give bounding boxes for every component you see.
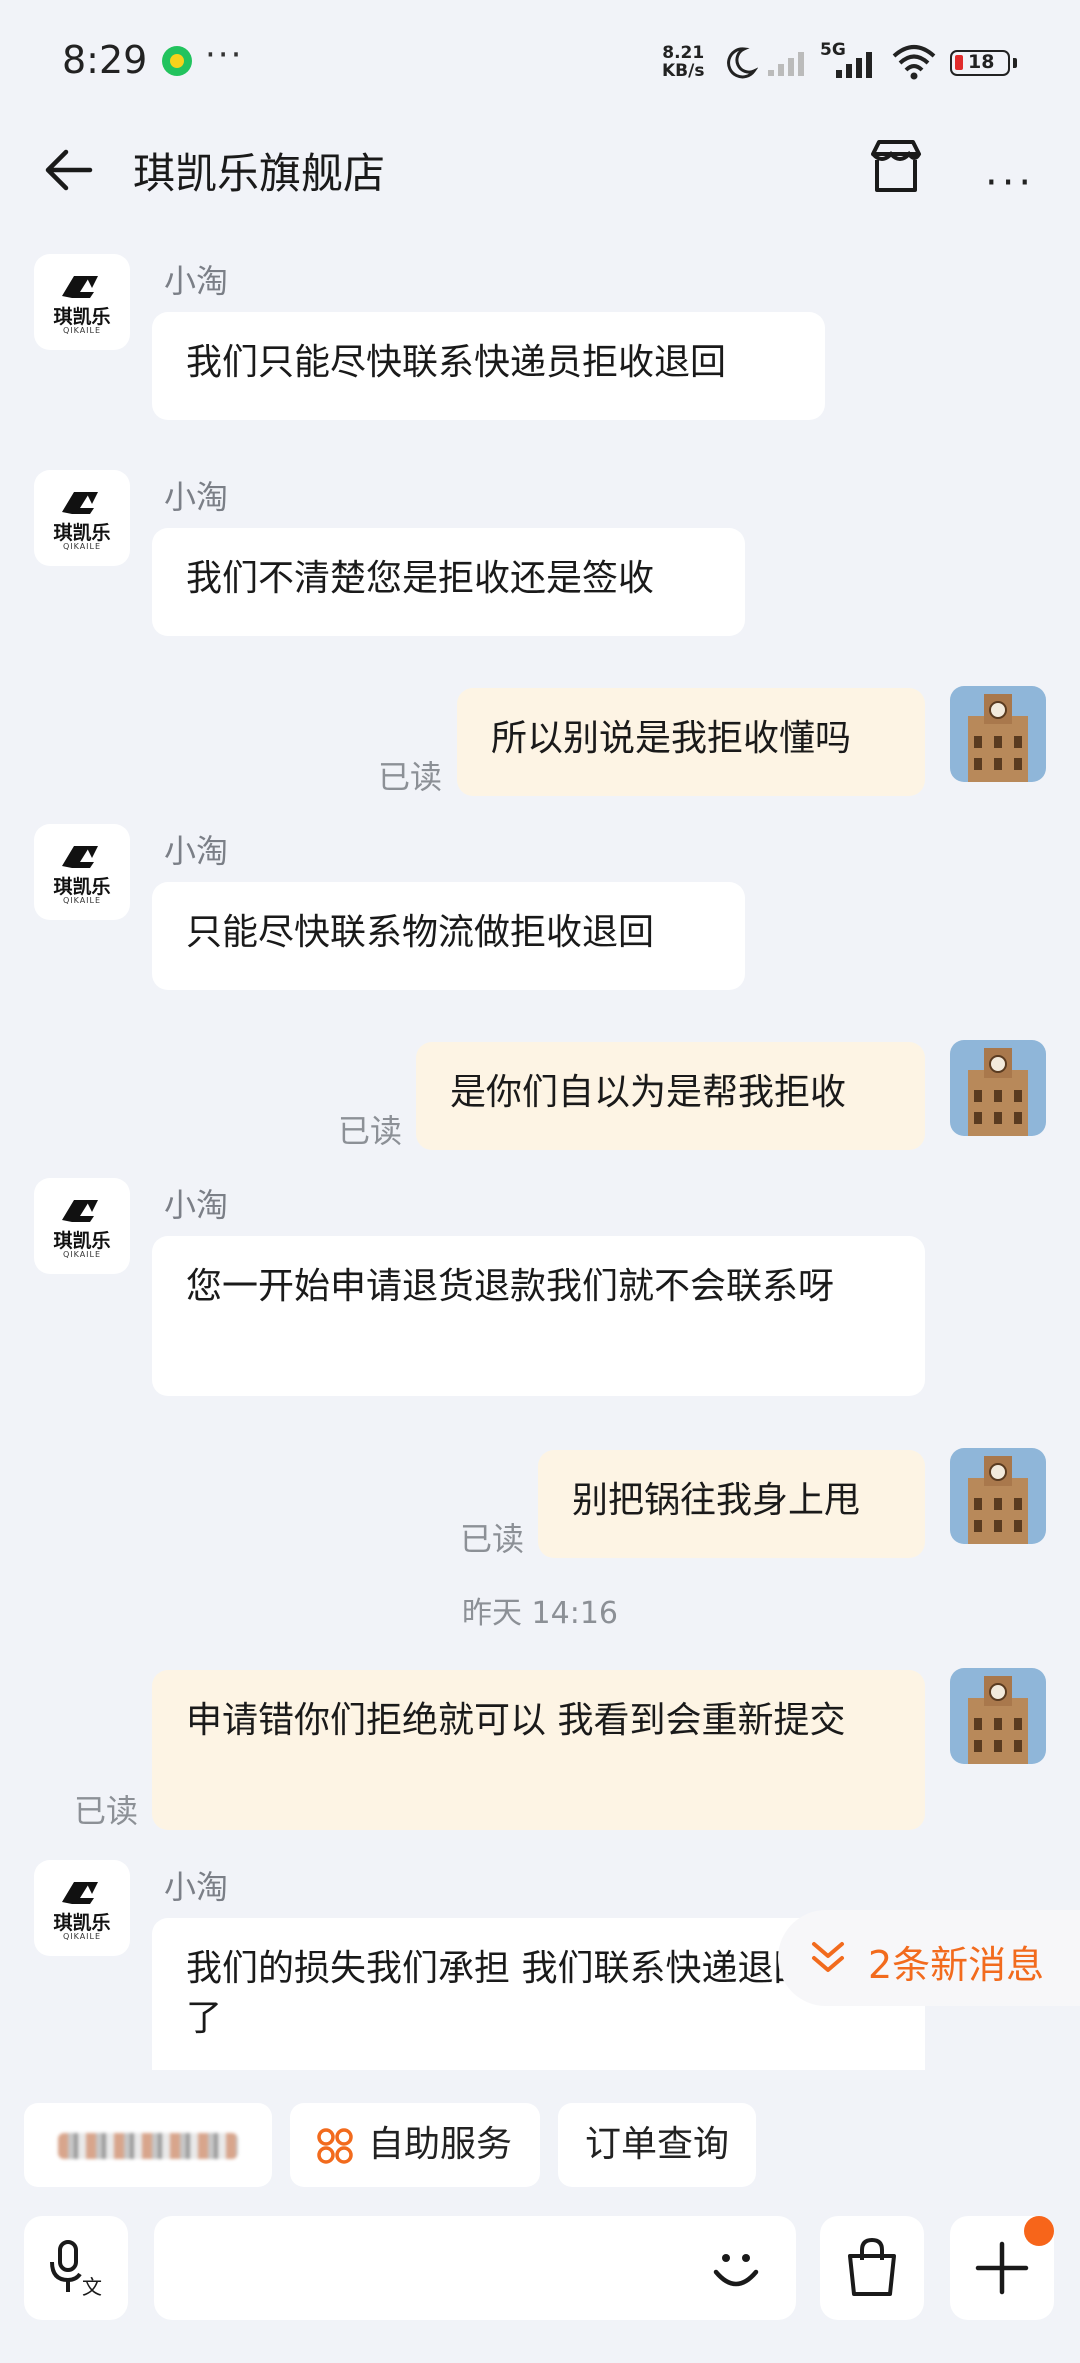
shop-logo-text: 琪凯乐 [53, 522, 111, 544]
shopping-bag-button[interactable] [820, 2216, 924, 2320]
message-bubble[interactable]: 您一开始申请退货退款我们就不会联系呀 [152, 1236, 925, 1396]
shopping-bag-icon [848, 2237, 896, 2296]
user-avatar[interactable] [950, 686, 1046, 782]
svg-text:文: 文 [82, 2275, 102, 2298]
smile-icon[interactable] [706, 2238, 766, 2298]
do-not-disturb-moon-icon [727, 47, 758, 79]
voice-input-button[interactable]: 文 [24, 2216, 128, 2320]
shop-logo-subtext: QIKAILE [62, 1250, 102, 1259]
sender-name: 小淘 [164, 1868, 229, 1906]
more-options-button[interactable]: ··· [985, 160, 1035, 206]
shop-logo-subtext: QIKAILE [62, 326, 102, 335]
battery-level: 18 [968, 51, 995, 73]
sender-name: 小淘 [164, 1186, 229, 1224]
battery-indicator: 18 [950, 50, 1017, 76]
shop-logo-text: 琪凯乐 [53, 306, 111, 328]
signal-empty-icon [768, 52, 804, 76]
quick-action-label: 订单查询 [584, 2124, 729, 2165]
store-icon[interactable] [865, 136, 927, 198]
quick-action-label: 自助服务 [368, 2124, 513, 2165]
clock-tower-photo-icon [950, 1668, 1046, 1764]
blurred-content [58, 2133, 238, 2159]
shop-avatar[interactable]: 琪凯乐 QIKAILE [34, 824, 130, 920]
shop-avatar[interactable]: 琪凯乐 QIKAILE [34, 254, 130, 350]
network-speed-value: 8.21 [662, 43, 705, 63]
new-messages-label: 2条新消息 [868, 1943, 1045, 1987]
user-avatar[interactable] [950, 1668, 1046, 1764]
quick-action-order-query[interactable]: 订单查询 [558, 2103, 756, 2187]
quick-action-self-service[interactable]: 自助服务 [290, 2103, 540, 2187]
double-chevron-down-icon [812, 1942, 844, 1972]
message-bubble[interactable]: 是你们自以为是帮我拒收 [416, 1042, 925, 1150]
wifi-icon [892, 45, 936, 80]
message-input[interactable] [154, 2216, 796, 2320]
sender-name: 小淘 [164, 478, 229, 516]
status-time: 8:29 [62, 38, 148, 82]
sender-name: 小淘 [164, 262, 229, 300]
message-bubble[interactable]: 我们只能尽快联系快递员拒收退回 [152, 312, 825, 420]
sender-name: 小淘 [164, 832, 229, 870]
message-timestamp: 昨天 14:16 [462, 1596, 618, 1631]
notification-dot [1024, 2216, 1054, 2246]
shop-avatar[interactable]: 琪凯乐 QIKAILE [34, 1860, 130, 1956]
shop-logo-subtext: QIKAILE [62, 542, 102, 551]
plus-icon [975, 2241, 1029, 2295]
grid-flower-icon [317, 2128, 353, 2164]
message-bubble[interactable]: 只能尽快联系物流做拒收退回 [152, 882, 745, 990]
shop-logo-text: 琪凯乐 [53, 1230, 111, 1252]
read-receipt: 已读 [338, 1112, 403, 1150]
clock-tower-photo-icon [950, 1040, 1046, 1136]
shop-logo-text: 琪凯乐 [53, 1912, 111, 1934]
read-receipt: 已读 [74, 1792, 139, 1830]
network-speed: 8.21 KB/s [662, 44, 704, 80]
user-avatar[interactable] [950, 1040, 1046, 1136]
shop-logo-subtext: QIKAILE [62, 896, 102, 905]
shop-avatar[interactable]: 琪凯乐 QIKAILE [34, 1178, 130, 1274]
message-bubble[interactable]: 申请错你们拒绝就可以 我看到会重新提交 [152, 1670, 925, 1830]
message-bubble[interactable]: 别把锅往我身上甩 [538, 1450, 925, 1558]
app-notification-icon [162, 46, 192, 76]
new-messages-indicator[interactable]: 2条新消息 [778, 1910, 1080, 2006]
read-receipt: 已读 [460, 1520, 525, 1558]
message-bubble[interactable]: 所以别说是我拒收懂吗 [457, 688, 925, 796]
signal-5g-icon: 5G [820, 40, 882, 82]
back-arrow-icon[interactable] [40, 140, 100, 200]
shop-logo-subtext: QIKAILE [62, 1932, 102, 1941]
quick-action-blurred[interactable] [24, 2103, 272, 2187]
message-bubble[interactable]: 我们不清楚您是拒收还是签收 [152, 528, 745, 636]
network-speed-unit: KB/s [662, 61, 705, 81]
read-receipt: 已读 [378, 758, 443, 796]
microphone-translate-icon: 文 [50, 2240, 102, 2298]
status-more-dots: ··· [205, 35, 244, 75]
shop-logo-text: 琪凯乐 [53, 876, 111, 898]
page-title: 琪凯乐旗舰店 [133, 149, 386, 198]
clock-tower-photo-icon [950, 1448, 1046, 1544]
clock-tower-photo-icon [950, 686, 1046, 782]
shop-avatar[interactable]: 琪凯乐 QIKAILE [34, 470, 130, 566]
user-avatar[interactable] [950, 1448, 1046, 1544]
